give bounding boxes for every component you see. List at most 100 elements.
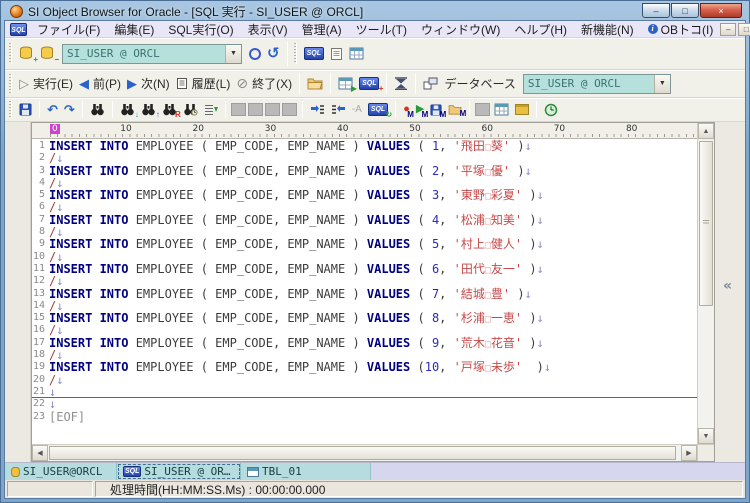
maximize-button[interactable]: □ bbox=[671, 3, 699, 18]
sql-format-button[interactable]: SQL ↻ bbox=[365, 101, 391, 118]
replace-button[interactable]: R bbox=[159, 101, 180, 118]
menu-item-admin[interactable]: 管理(A) bbox=[295, 21, 349, 38]
mdi-restore-button[interactable]: □ bbox=[738, 23, 750, 36]
tab-si_user-or-[interactable]: SQLSI_USER @ OR… bbox=[117, 463, 241, 480]
connect-button[interactable]: + bbox=[16, 44, 37, 63]
scroll-up-icon[interactable]: ▲ bbox=[698, 123, 714, 139]
vertical-scroll-thumb[interactable] bbox=[699, 141, 713, 306]
code-line-23[interactable]: 23[EOF] bbox=[32, 411, 697, 423]
code-line-19[interactable]: 19INSERT INTO EMPLOYEE ( EMP_CODE, EMP_N… bbox=[32, 361, 697, 373]
session-combobox[interactable]: SI_USER @ ORCL ▼ bbox=[62, 44, 242, 64]
code-line-3[interactable]: 3INSERT INTO EMPLOYEE ( EMP_CODE, EMP_NA… bbox=[32, 165, 697, 177]
redo-button[interactable]: ↷ bbox=[61, 101, 78, 118]
chevron-down-icon[interactable]: ▼ bbox=[654, 75, 670, 93]
outdent-button[interactable] bbox=[328, 102, 349, 118]
code-line-22[interactable]: 22↓ bbox=[32, 398, 697, 410]
code-line-20[interactable]: 20/↓ bbox=[32, 374, 697, 386]
code-line-17[interactable]: 17INSERT INTO EMPLOYEE ( EMP_CODE, EMP_N… bbox=[32, 337, 697, 349]
code-line-21[interactable]: 21↓ bbox=[32, 386, 697, 398]
vertical-scrollbar[interactable]: ▲ ▼ bbox=[697, 123, 714, 444]
scroll-right-icon[interactable]: ▶ bbox=[681, 445, 697, 461]
code-line-11[interactable]: 11INSERT INTO EMPLOYEE ( EMP_CODE, EMP_N… bbox=[32, 263, 697, 275]
horizontal-scrollbar[interactable]: ◀ ▶ bbox=[32, 444, 697, 461]
save-icon bbox=[19, 103, 32, 116]
result-grid-button[interactable] bbox=[491, 101, 512, 118]
code-line-7[interactable]: 7INSERT INTO EMPLOYEE ( EMP_CODE, EMP_NA… bbox=[32, 214, 697, 226]
window-arrange-button[interactable] bbox=[420, 75, 441, 92]
elapsed-time-button[interactable] bbox=[541, 101, 561, 119]
undo-button[interactable]: ↶ bbox=[44, 101, 61, 118]
toolbar-grip[interactable] bbox=[9, 101, 12, 117]
menu-item-window[interactable]: ウィンドウ(W) bbox=[414, 21, 507, 38]
expand-panel-button[interactable]: « bbox=[723, 278, 732, 294]
macro-play-button[interactable]: ▶ M bbox=[413, 101, 427, 118]
commit-button[interactable] bbox=[246, 46, 264, 62]
object-set-button[interactable] bbox=[512, 102, 532, 117]
run-icon: ▷ bbox=[19, 77, 29, 90]
menu-item-tools[interactable]: ツール(T) bbox=[349, 21, 414, 38]
mdi-minimize-button[interactable]: – bbox=[720, 23, 736, 36]
code-line-5[interactable]: 5INSERT INTO EMPLOYEE ( EMP_CODE, EMP_NA… bbox=[32, 189, 697, 201]
chevron-down-icon[interactable]: ▼ bbox=[225, 45, 241, 63]
menu-item-obtoko[interactable]: iOBトコ(I) bbox=[641, 21, 721, 38]
macro-save-button[interactable]: M bbox=[427, 102, 445, 118]
line-number: 3 bbox=[32, 165, 49, 177]
tab-si_user-orcl[interactable]: SI_USER@ORCL bbox=[5, 463, 117, 480]
ruler-mark-80: 80 bbox=[626, 124, 637, 134]
tab-label: TBL_01 bbox=[262, 465, 302, 478]
run-button[interactable]: ▷ 実行(E) bbox=[16, 73, 76, 94]
next-button[interactable]: ▶ 次(N) bbox=[124, 73, 173, 94]
open-script-window-button[interactable] bbox=[327, 45, 346, 63]
menu-item-whats-new[interactable]: 新機能(N) bbox=[574, 21, 641, 38]
code-line-9[interactable]: 9INSERT INTO EMPLOYEE ( EMP_CODE, EMP_NA… bbox=[32, 238, 697, 250]
object-set-icon bbox=[515, 104, 529, 115]
menu-item-sql-exec[interactable]: SQL実行(O) bbox=[161, 21, 240, 38]
open-file-button[interactable] bbox=[304, 75, 326, 92]
execution-toolbar: ▷ 実行(E) ◀ 前(P) ▶ 次(N) 履歴(L) ⊘ 終了(X) bbox=[5, 70, 745, 98]
toolbar-grip[interactable] bbox=[294, 43, 297, 65]
code-line-15[interactable]: 15INSERT INTO EMPLOYEE ( EMP_CODE, EMP_N… bbox=[32, 312, 697, 324]
search-history-button[interactable] bbox=[180, 101, 201, 118]
new-sql-button[interactable]: SQL + bbox=[356, 75, 382, 92]
execute-to-grid-button[interactable]: ▶ bbox=[335, 75, 356, 92]
rollback-button[interactable]: ↺ bbox=[264, 45, 283, 62]
menu-item-help[interactable]: ヘルプ(H) bbox=[507, 21, 574, 38]
minimize-button[interactable]: – bbox=[642, 3, 670, 18]
find-next-button[interactable]: ↓ bbox=[117, 101, 138, 118]
code-line-1[interactable]: 1INSERT INTO EMPLOYEE ( EMP_CODE, EMP_NA… bbox=[32, 140, 697, 152]
indent-button[interactable] bbox=[307, 102, 328, 118]
goto-line-button[interactable] bbox=[201, 101, 221, 118]
tab-tbl_01[interactable]: TBL_01 bbox=[241, 463, 371, 480]
fetch-rows-button[interactable] bbox=[391, 75, 411, 92]
horizontal-scroll-track[interactable] bbox=[48, 445, 681, 461]
menu-item-file[interactable]: ファイル(F) bbox=[30, 21, 107, 38]
prev-button[interactable]: ◀ 前(P) bbox=[76, 73, 124, 94]
find-button[interactable] bbox=[87, 101, 108, 118]
find-prev-button[interactable]: ↑ bbox=[138, 101, 159, 118]
toolbar-grip[interactable] bbox=[9, 74, 12, 93]
code-line-13[interactable]: 13INSERT INTO EMPLOYEE ( EMP_CODE, EMP_N… bbox=[32, 288, 697, 300]
history-button[interactable]: 履歴(L) bbox=[173, 73, 234, 94]
ruler-mark-70: 70 bbox=[554, 124, 565, 134]
menu-item-view[interactable]: 表示(V) bbox=[241, 21, 295, 38]
sql-editor[interactable]: 1INSERT INTO EMPLOYEE ( EMP_CODE, EMP_NA… bbox=[32, 139, 697, 444]
scroll-left-icon[interactable]: ◀ bbox=[32, 445, 48, 461]
sql-app-menu-icon[interactable]: SQL bbox=[10, 23, 27, 36]
open-grid-window-button[interactable] bbox=[346, 45, 367, 62]
macro-open-button[interactable]: M bbox=[445, 102, 465, 117]
toolbar-grip[interactable] bbox=[9, 43, 12, 65]
save-button[interactable] bbox=[16, 101, 35, 118]
database-combobox[interactable]: SI_USER @ ORCL ▼ bbox=[523, 74, 671, 94]
close-button[interactable]: × bbox=[700, 3, 742, 18]
line-number: 19 bbox=[32, 361, 49, 373]
menu-item-edit[interactable]: 編集(E) bbox=[107, 21, 161, 38]
horizontal-scroll-thumb[interactable] bbox=[49, 446, 676, 460]
stop-button[interactable]: ⊘ 終了(X) bbox=[233, 73, 295, 94]
disconnect-button[interactable]: − bbox=[37, 44, 58, 63]
scroll-down-icon[interactable]: ▼ bbox=[698, 428, 714, 444]
macro-record-button[interactable]: ● M bbox=[400, 101, 413, 118]
history-label: 履歴(L) bbox=[192, 75, 231, 92]
vertical-scroll-track[interactable] bbox=[698, 139, 714, 428]
menu-item-label: 管理(A) bbox=[302, 21, 342, 38]
open-sql-window-button[interactable]: SQL bbox=[301, 45, 327, 62]
